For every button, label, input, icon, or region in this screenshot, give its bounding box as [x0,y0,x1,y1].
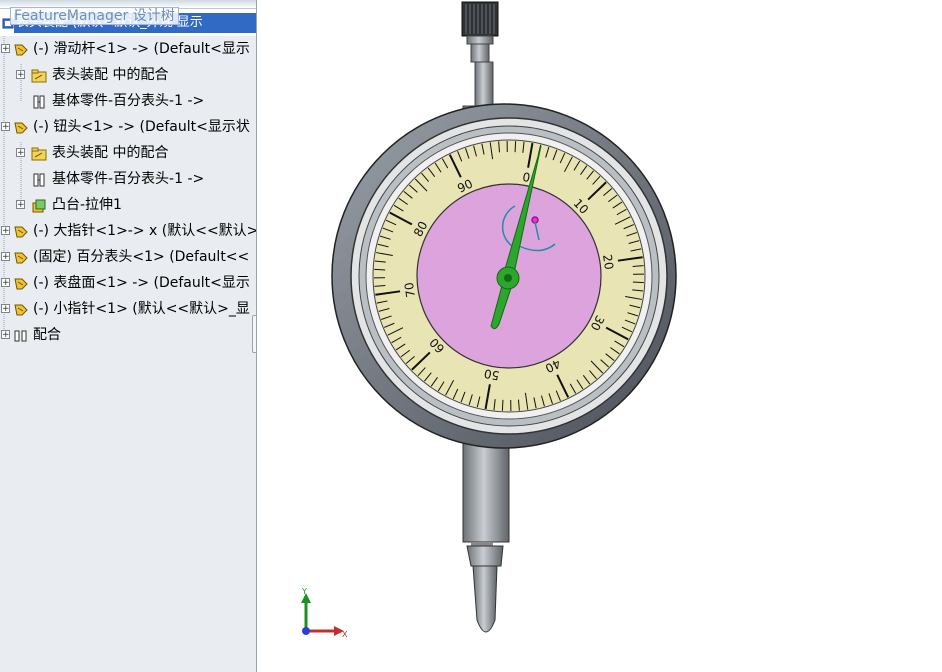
graphics-viewport[interactable]: 0102030405060708090 [257,0,942,672]
tree-header: 表头装配 (默认<默认_外观 显示 FeatureManager 设计树 [0,0,256,36]
x-axis-label: X [342,630,348,639]
tree-item[interactable]: + (-) 表盘面<1> -> (Default<显示 [0,270,256,296]
tree-item-label: (-) 大指针<1>-> x (默认<<默认> [33,223,257,239]
mates-folder-icon [31,67,47,83]
tree-item[interactable]: + (固定) 百分表头<1> (Default<< [0,244,256,270]
tree-item[interactable]: + (-) 大指针<1>-> x (默认<<默认> [0,218,256,244]
dial-tick [632,281,644,284]
dial-label: 70 [402,281,418,298]
component-part-icon [13,301,29,317]
base-part-icon [31,93,47,109]
tree-item-label: (-) 小指针<1> (默认<<默认>_显 [33,301,250,317]
tree-item-label: 凸台-拉伸1 [52,197,122,213]
expand-toggle-icon[interactable]: + [1,330,10,340]
dial-label: 20 [600,254,616,271]
tree-item-label: (-) 钮头<1> -> (Default<显示状 [33,119,250,135]
tree-item-label: 表头装配 中的配合 [52,67,169,83]
component-part-icon [13,41,29,57]
tree-item[interactable]: + 表头装配 中的配合 [0,62,256,88]
mates-icon [13,327,29,343]
base-part-icon [31,171,47,187]
tree-item[interactable]: + (-) 滑动杆<1> -> (Default<显示 [0,36,256,62]
component-part-icon [13,249,29,265]
expand-toggle-icon[interactable]: + [16,148,25,158]
expand-toggle-icon[interactable]: + [16,70,25,80]
component-part-icon [13,119,29,135]
bottom-stem [462,435,510,633]
y-axis-label: Y [301,587,307,596]
tree-item[interactable]: 基体零件-百分表头-1 -> [0,88,256,114]
dial-gauge: 0102030405060708090 [331,103,677,449]
expand-toggle-icon[interactable]: + [1,304,10,314]
dial-tick [501,399,504,411]
top-knob [461,1,504,117]
component-part-icon [13,223,29,239]
tree-item[interactable]: + (-) 钮头<1> -> (Default<显示状 [0,114,256,140]
tree-item[interactable]: + 凸台-拉伸1 [0,192,256,218]
dial-label: 50 [483,366,500,382]
tree-item-label: (-) 表盘面<1> -> (Default<显示 [33,275,250,291]
tree-item-label: 配合 [33,327,61,343]
feature-manager-panel: 表头装配 (默认<默认_外观 显示 FeatureManager 设计树 + (-… [0,0,257,672]
expand-toggle-icon[interactable]: + [1,226,10,236]
tree-item-label: (-) 滑动杆<1> -> (Default<显示 [33,41,250,57]
tree-item-label: 表头装配 中的配合 [52,145,169,161]
feature-manager-tooltip: FeatureManager 设计树 [10,7,179,25]
tree-item-label: 基体零件-百分表头-1 -> [52,171,205,187]
extrude-feature-icon [31,197,47,213]
tree-item-label: 基体零件-百分表头-1 -> [52,93,205,109]
component-part-icon [13,275,29,291]
dial-tick [514,141,517,153]
tree-item[interactable]: + 表头装配 中的配合 [0,140,256,166]
tree-item[interactable]: + (-) 小指针<1> (默认<<默认>_显 [0,296,256,322]
expand-toggle-icon[interactable]: + [1,122,10,132]
coordinate-triad: Y X [301,587,348,639]
tree-item[interactable]: + 配合 [0,322,256,348]
mates-folder-icon [31,145,47,161]
z-axis-origin [302,627,310,635]
tree-item-label: (固定) 百分表头<1> (Default<< [33,249,250,265]
expand-toggle-icon[interactable]: + [16,200,25,210]
expand-toggle-icon[interactable]: + [1,252,10,262]
tree-item[interactable]: 基体零件-百分表头-1 -> [0,166,256,192]
dial-tick [374,268,386,271]
expand-toggle-icon[interactable]: + [1,278,10,288]
expand-toggle-icon[interactable]: + [1,44,10,54]
